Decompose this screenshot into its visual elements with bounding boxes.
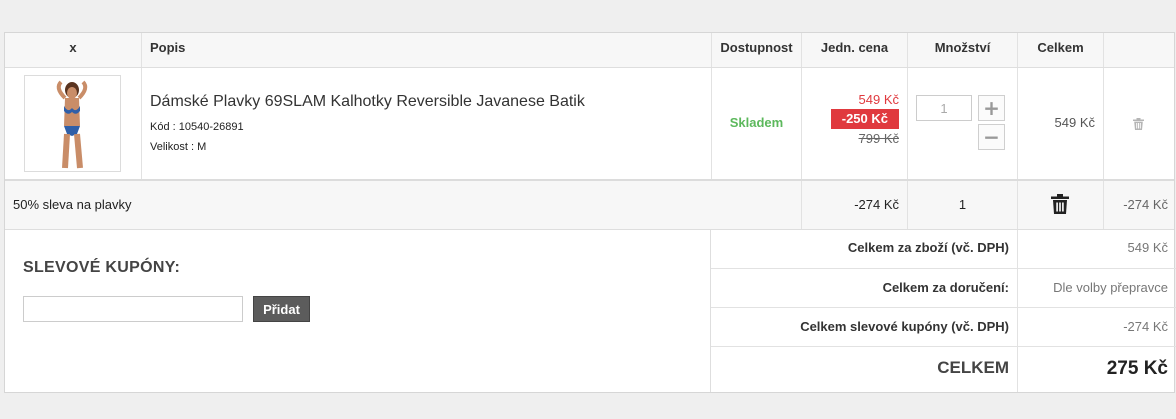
summary-coupons-row: Celkem slevové kupóny (vč. DPH) -274 Kč	[711, 308, 1176, 347]
discount-unit-value: -274 Kč	[854, 197, 899, 212]
product-thumbnail[interactable]	[24, 75, 121, 172]
summary-total-label: CELKEM	[711, 347, 1018, 392]
product-row: Dámské Plavky 69SLAM Kalhotky Reversible…	[5, 68, 1174, 181]
discount-label-cell: 50% sleva na plavky	[5, 181, 802, 229]
header-quantity: Množství	[908, 33, 1018, 67]
summary-goods-label: Celkem za zboží (vč. DPH)	[711, 230, 1018, 268]
summary-coupons-value: -274 Kč	[1123, 319, 1168, 334]
header-unit-price: Jedn. cena	[802, 33, 908, 67]
summary-delivery-value: Dle volby přepravce	[1053, 280, 1168, 295]
discount-row: 50% sleva na plavky -274 Kč 1 -274 Kč	[5, 181, 1174, 230]
discount-quantity: 1	[958, 197, 967, 212]
swimwear-model-image	[25, 76, 120, 171]
discount-label: 50% sleva na plavky	[13, 197, 132, 212]
cart-footer: SLEVOVÉ KUPÓNY: Přidat Celkem za zboží (…	[5, 230, 1176, 392]
unit-price-cell: 549 Kč -250 Kč 799 Kč	[802, 68, 908, 179]
summary-total-row: CELKEM 275 Kč	[711, 347, 1176, 392]
quantity-decrease-button[interactable]: −	[978, 124, 1005, 150]
discount-delete-cell	[1018, 181, 1104, 229]
cart-header-row: x Popis Dostupnost Jedn. cena Množství C…	[5, 33, 1174, 68]
summary-coupons-label: Celkem slevové kupóny (vč. DPH)	[711, 308, 1018, 346]
discount-qty-cell: 1	[908, 181, 1018, 229]
product-image-cell	[5, 68, 142, 179]
add-coupon-button[interactable]: Přidat	[253, 296, 310, 322]
header-total: Celkem	[1018, 33, 1104, 67]
product-description-cell: Dámské Plavky 69SLAM Kalhotky Reversible…	[142, 68, 712, 179]
product-name-link[interactable]: Dámské Plavky 69SLAM Kalhotky Reversible…	[150, 93, 585, 111]
delete-cell	[1104, 68, 1176, 179]
cart-table: x Popis Dostupnost Jedn. cena Množství C…	[4, 32, 1176, 393]
header-delete	[1104, 33, 1176, 67]
coupon-title: SLEVOVÉ KUPÓNY:	[23, 259, 181, 276]
header-description: Popis	[142, 33, 712, 67]
availability-cell: Skladem	[712, 68, 802, 179]
quantity-increase-button[interactable]: +	[978, 95, 1005, 121]
trash-icon[interactable]	[1051, 194, 1069, 219]
summary-total-value: 275 Kč	[1106, 358, 1168, 379]
product-code: Kód : 10540-26891	[150, 121, 244, 133]
header-remove: x	[5, 33, 142, 67]
quantity-cell: + −	[908, 68, 1018, 179]
header-availability: Dostupnost	[712, 33, 802, 67]
discount-unit-cell: -274 Kč	[802, 181, 908, 229]
availability-status: Skladem	[729, 115, 784, 130]
quantity-input[interactable]	[916, 95, 972, 121]
coupon-code-input[interactable]	[23, 296, 243, 322]
old-price: 799 Kč	[858, 131, 899, 146]
summary-goods-value: 549 Kč	[1127, 240, 1168, 255]
discount-total: -274 Kč	[1123, 197, 1168, 212]
coupon-section: SLEVOVÉ KUPÓNY: Přidat	[5, 230, 711, 392]
current-price: 549 Kč	[858, 92, 899, 107]
summary-delivery-label: Celkem za doručení:	[711, 269, 1018, 307]
discount-total-cell: -274 Kč	[1104, 181, 1176, 229]
row-total: 549 Kč	[1054, 115, 1095, 130]
row-total-cell: 549 Kč	[1018, 68, 1104, 179]
summary-delivery-row: Celkem za doručení: Dle volby přepravce	[711, 269, 1176, 308]
summary-goods-row: Celkem za zboží (vč. DPH) 549 Kč	[711, 230, 1176, 269]
product-size: Velikost : M	[150, 141, 207, 153]
trash-icon[interactable]	[1133, 117, 1144, 135]
discount-badge: -250 Kč	[830, 109, 899, 129]
